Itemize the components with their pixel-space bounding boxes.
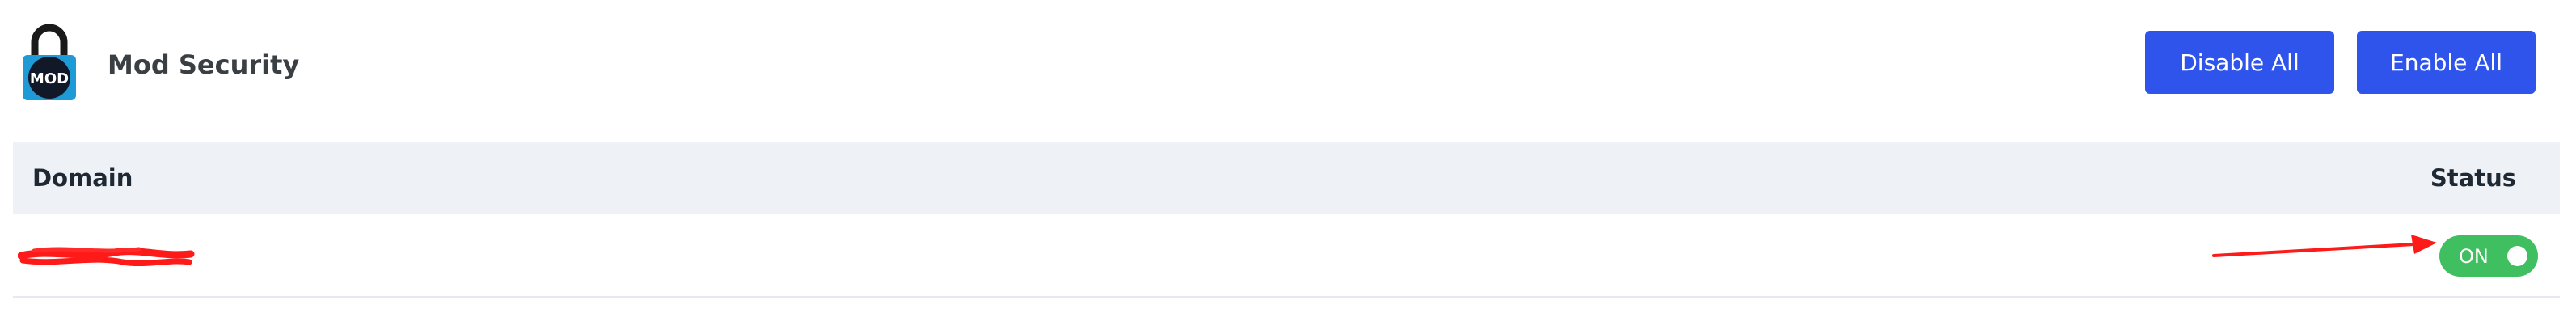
domain-name-redacted	[17, 238, 196, 273]
disable-all-button[interactable]: Disable All	[2145, 31, 2334, 94]
logo-text: MOD	[30, 70, 69, 87]
column-header-domain: Domain	[32, 164, 133, 192]
page-title: Mod Security	[108, 49, 300, 80]
status-toggle[interactable]: ON	[2439, 235, 2538, 277]
annotation-arrow-icon	[2212, 228, 2439, 260]
table-row: ON	[13, 214, 2560, 298]
table-header: Domain Status	[13, 142, 2560, 214]
enable-all-button[interactable]: Enable All	[2357, 31, 2536, 94]
status-toggle-label: ON	[2459, 245, 2489, 268]
toggle-knob	[2507, 246, 2527, 266]
domains-table: Domain Status ON	[13, 142, 2560, 298]
mod-lock-icon: MOD	[21, 23, 78, 102]
column-header-status: Status	[2430, 164, 2516, 192]
